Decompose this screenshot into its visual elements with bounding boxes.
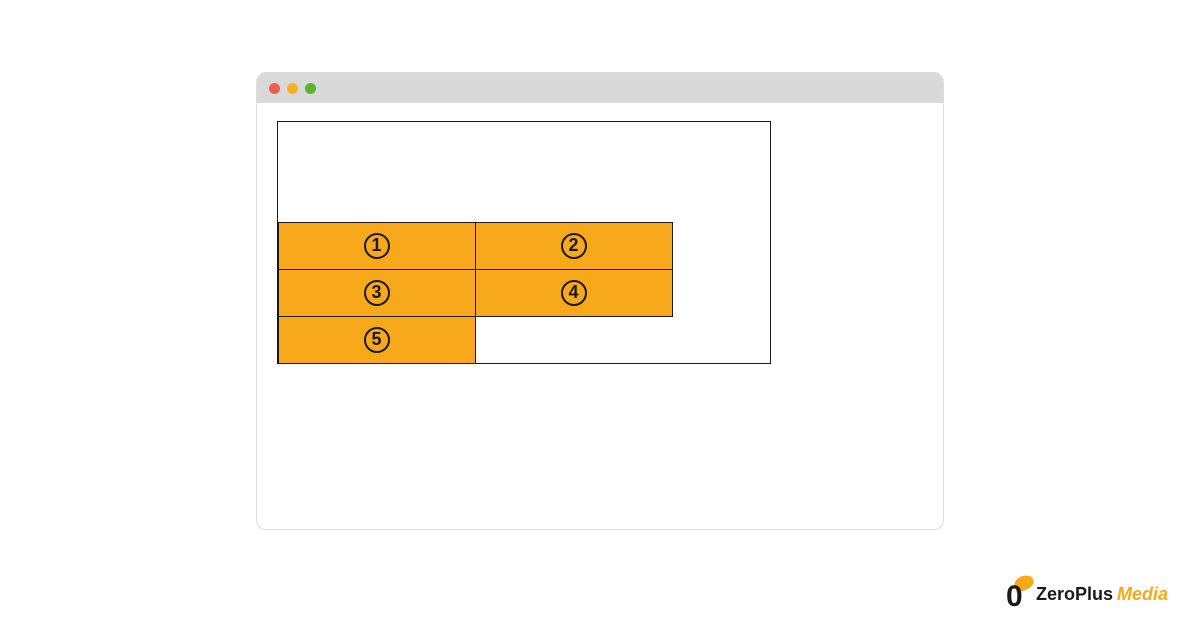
item-number: 3 bbox=[364, 280, 390, 306]
logo-mark: 0 bbox=[1006, 576, 1030, 612]
content-area: 1 2 3 4 5 bbox=[257, 103, 943, 382]
flex-container: 1 2 3 4 5 bbox=[277, 121, 771, 364]
window-titlebar bbox=[257, 73, 943, 103]
close-icon[interactable] bbox=[269, 83, 280, 94]
brand-logo: 0 ZeroPlus Media bbox=[1006, 576, 1168, 612]
item-number: 4 bbox=[561, 280, 587, 306]
logo-text: ZeroPlus Media bbox=[1036, 584, 1168, 605]
flex-item: 2 bbox=[475, 222, 673, 270]
item-number: 1 bbox=[364, 233, 390, 259]
item-number: 2 bbox=[561, 233, 587, 259]
flex-item: 4 bbox=[475, 269, 673, 317]
flex-item: 1 bbox=[278, 222, 476, 270]
maximize-icon[interactable] bbox=[305, 83, 316, 94]
minimize-icon[interactable] bbox=[287, 83, 298, 94]
logo-suffix: Media bbox=[1117, 584, 1168, 605]
flex-item: 3 bbox=[278, 269, 476, 317]
logo-zero: 0 bbox=[1006, 582, 1023, 612]
browser-window: 1 2 3 4 5 bbox=[256, 72, 944, 530]
flex-item: 5 bbox=[278, 316, 476, 364]
item-number: 5 bbox=[364, 327, 390, 353]
logo-brand-name: ZeroPlus bbox=[1036, 584, 1113, 605]
